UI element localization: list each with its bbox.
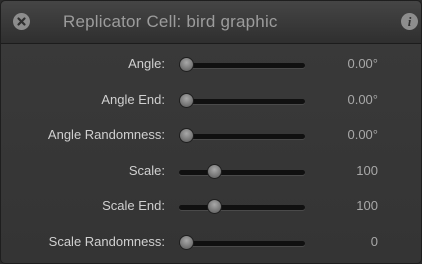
param-row-angle-end: Angle End: 0.00°	[1, 82, 421, 118]
slider-track[interactable]	[179, 205, 305, 210]
slider-thumb[interactable]	[206, 199, 222, 214]
slider-thumb[interactable]	[206, 164, 222, 179]
param-label: Scale Randomness:	[48, 234, 165, 249]
param-row-scale-end: Scale End: 100	[1, 188, 421, 224]
hud-window: Replicator Cell: bird graphic i Angle: 0…	[0, 0, 422, 264]
info-icon[interactable]: i	[401, 13, 418, 30]
param-label: Scale:	[128, 163, 165, 178]
slider-thumb[interactable]	[179, 93, 194, 108]
slider-thumb[interactable]	[179, 128, 194, 143]
param-value[interactable]: 0.00°	[347, 56, 378, 71]
param-value[interactable]: 100	[356, 198, 378, 213]
param-label: Angle End:	[101, 92, 165, 107]
slider-track[interactable]	[179, 99, 305, 104]
window-title: Replicator Cell: bird graphic	[63, 12, 278, 31]
slider-thumb[interactable]	[179, 57, 194, 72]
close-icon[interactable]	[13, 13, 30, 30]
param-value[interactable]: 0	[371, 234, 378, 249]
param-label: Scale End:	[102, 198, 165, 213]
param-value[interactable]: 0.00°	[347, 127, 378, 142]
slider-thumb[interactable]	[179, 235, 194, 250]
param-value[interactable]: 0.00°	[347, 92, 378, 107]
param-row-scale: Scale: 100	[1, 153, 421, 189]
slider-track[interactable]	[179, 241, 305, 246]
param-value[interactable]: 100	[356, 163, 378, 178]
slider-track[interactable]	[179, 134, 305, 139]
title-bar[interactable]: Replicator Cell: bird graphic i	[1, 1, 421, 44]
param-row-angle: Angle: 0.00°	[1, 46, 421, 82]
param-row-scale-randomness: Scale Randomness: 0	[1, 224, 421, 260]
slider-track[interactable]	[179, 170, 305, 175]
slider-track[interactable]	[179, 63, 305, 68]
param-label: Angle:	[128, 56, 165, 71]
param-label: Angle Randomness:	[47, 127, 165, 142]
param-row-angle-randomness: Angle Randomness: 0.00°	[1, 117, 421, 153]
